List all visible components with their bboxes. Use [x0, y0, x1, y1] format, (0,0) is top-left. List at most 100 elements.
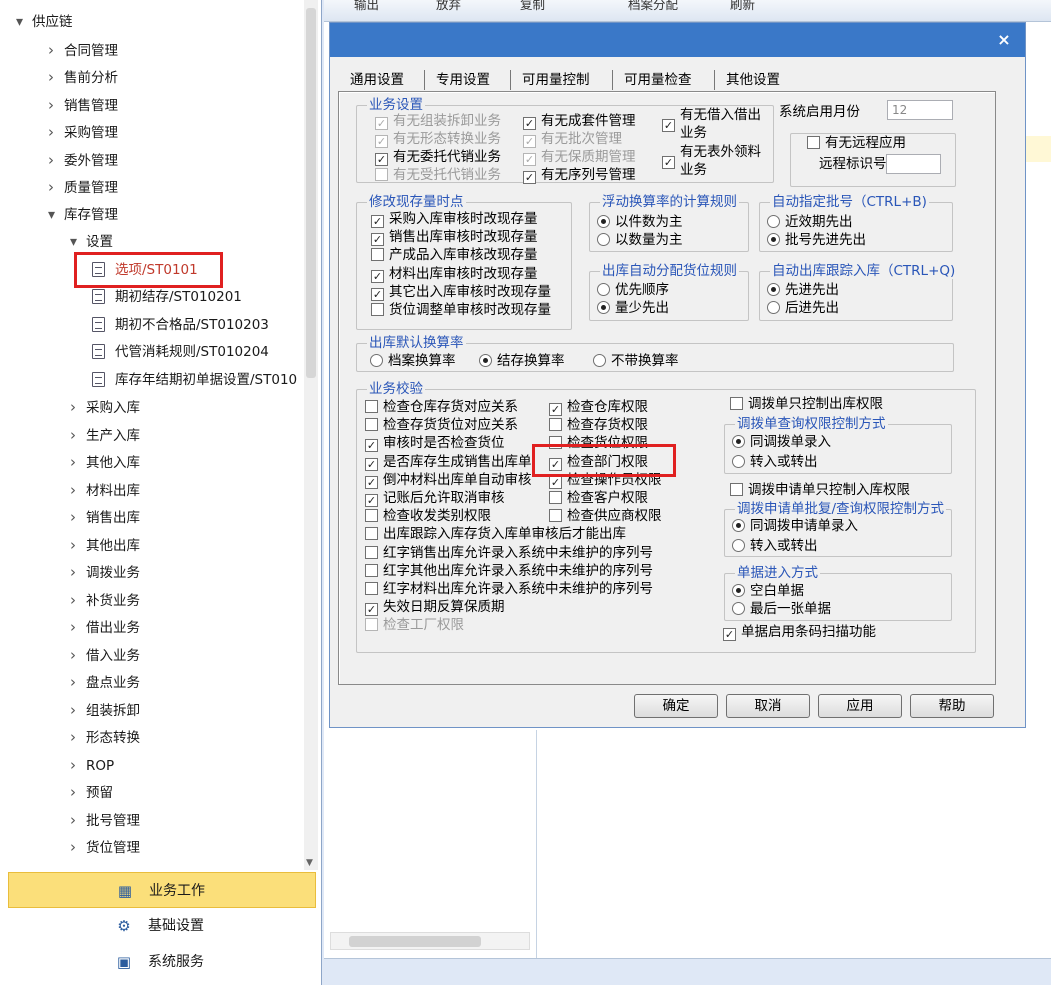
- tab-3[interactable]: 可用量检查: [618, 68, 698, 92]
- chevron-right-icon[interactable]: ›: [70, 533, 86, 557]
- checkbox-stock-0[interactable]: ✓ 采购入库审核时改现存量: [371, 210, 538, 228]
- checkbox-business3-0[interactable]: ✓: [662, 114, 680, 132]
- tab-0[interactable]: 通用设置: [344, 68, 410, 92]
- tree-item[interactable]: 库存年结期初单据设置/ST010: [92, 368, 297, 392]
- checkbox-icon[interactable]: ✓: [365, 439, 378, 453]
- radio-batch-1[interactable]: 批号先进先出: [767, 231, 866, 249]
- checkbox-check-11[interactable]: ✓ 失效日期反算保质期: [365, 598, 505, 617]
- tree-item[interactable]: › ROP: [70, 753, 114, 777]
- checkbox-check-mid-0[interactable]: ✓ 检查仓库权限: [549, 398, 648, 416]
- tree-item[interactable]: › 合同管理: [48, 38, 118, 62]
- tree-item[interactable]: › 生产入库: [70, 423, 140, 447]
- toolbar-item[interactable]: 复制: [520, 0, 545, 13]
- tree-item[interactable]: 期初不合格品/ST010203: [92, 313, 269, 337]
- checkbox-check-9[interactable]: 红字其他出库允许录入系统中未维护的序列号: [365, 562, 653, 580]
- checkbox-check-0[interactable]: 检查仓库存货对应关系: [365, 398, 518, 416]
- chevron-right-icon[interactable]: ›: [70, 478, 86, 502]
- tree-item[interactable]: › 形态转换: [70, 725, 140, 749]
- checkbox-icon[interactable]: ✓: [371, 233, 384, 247]
- checkbox-icon[interactable]: ✓: [371, 287, 384, 301]
- tree-item[interactable]: › 预留: [70, 780, 113, 804]
- radio-icon[interactable]: [593, 354, 606, 367]
- radio-icon[interactable]: [597, 283, 610, 296]
- chevron-right-icon[interactable]: ›: [70, 560, 86, 584]
- radio-icon[interactable]: [479, 354, 492, 367]
- chevron-down-icon[interactable]: ▾: [70, 230, 86, 254]
- radio-transfer-query-0[interactable]: 同调拨单录入: [732, 433, 831, 451]
- tree-item[interactable]: › 借出业务: [70, 615, 140, 639]
- tree-item[interactable]: › 盘点业务: [70, 670, 140, 694]
- chevron-right-icon[interactable]: ›: [48, 38, 64, 62]
- chevron-right-icon[interactable]: ›: [70, 753, 86, 777]
- horizontal-scrollbar[interactable]: [330, 932, 530, 950]
- checkbox-icon[interactable]: ✓: [375, 135, 388, 148]
- tree-item[interactable]: › 调拨业务: [70, 560, 140, 584]
- checkbox-icon[interactable]: ✓: [365, 603, 378, 617]
- toolbar-item[interactable]: 档案分配: [628, 0, 678, 13]
- tree-item[interactable]: › 借入业务: [70, 643, 140, 667]
- checkbox-icon[interactable]: [365, 563, 378, 577]
- checkbox-icon[interactable]: ✓: [662, 119, 675, 132]
- chevron-right-icon[interactable]: ›: [70, 725, 86, 749]
- tree-item[interactable]: › 补货业务: [70, 588, 140, 612]
- checkbox-check-5[interactable]: ✓ 记账后允许取消审核: [365, 489, 505, 507]
- radio-icon[interactable]: [732, 602, 745, 615]
- chevron-right-icon[interactable]: ›: [48, 175, 64, 199]
- scroll-down-icon[interactable]: ▼: [306, 858, 313, 868]
- radio-icon[interactable]: [732, 539, 745, 552]
- checkbox-check-mid-1[interactable]: 检查存货权限: [549, 416, 648, 434]
- checkbox-icon[interactable]: ✓: [523, 117, 536, 130]
- tree-item[interactable]: › 组装拆卸: [70, 698, 140, 722]
- checkbox-icon[interactable]: [365, 400, 378, 413]
- radio-icon[interactable]: [732, 584, 745, 597]
- checkbox-icon[interactable]: [549, 491, 562, 504]
- tree-item[interactable]: ▾ 供应链: [16, 10, 73, 34]
- chevron-right-icon[interactable]: ›: [48, 93, 64, 117]
- checkbox-icon[interactable]: [730, 397, 743, 410]
- apply-button[interactable]: 应用: [818, 694, 902, 718]
- radio-trace-1[interactable]: 后进先出: [767, 299, 839, 317]
- tree-item[interactable]: ▾ 库存管理: [48, 203, 118, 227]
- checkbox-stock-2[interactable]: 产成品入库审核改现存量: [371, 246, 538, 264]
- tree-item[interactable]: › 其他出库: [70, 533, 140, 557]
- checkbox-business-2[interactable]: ✓ 有无委托代销业务: [375, 148, 501, 166]
- tree-item[interactable]: › 委外管理: [48, 148, 118, 172]
- chevron-right-icon[interactable]: ›: [70, 615, 86, 639]
- tree-item[interactable]: ▾ 设置: [70, 230, 113, 254]
- radio-transfer-apply-1[interactable]: 转入或转出: [732, 537, 818, 555]
- remote-id-input[interactable]: [886, 154, 941, 174]
- radio-icon[interactable]: [597, 215, 610, 228]
- checkbox-stock-3[interactable]: ✓ 材料出库审核时改现存量: [371, 265, 538, 283]
- tree-item[interactable]: › 销售管理: [48, 93, 118, 117]
- chevron-right-icon[interactable]: ›: [70, 808, 86, 832]
- checkbox-check-8[interactable]: 红字销售出库允许录入系统中未维护的序列号: [365, 544, 653, 562]
- tree-item[interactable]: › 质量管理: [48, 175, 118, 199]
- checkbox-check-1[interactable]: 检查存货货位对应关系: [365, 416, 518, 434]
- tree-item[interactable]: 期初结存/ST010201: [92, 285, 242, 309]
- chevron-right-icon[interactable]: ›: [48, 65, 64, 89]
- tree-item[interactable]: › 其他入库: [70, 450, 140, 474]
- checkbox-icon[interactable]: ✓: [523, 135, 536, 148]
- cancel-button[interactable]: 取消: [726, 694, 810, 718]
- chevron-right-icon[interactable]: ›: [70, 670, 86, 694]
- checkbox-stock-4[interactable]: ✓ 其它出入库审核时改现存量: [371, 283, 551, 301]
- chevron-right-icon[interactable]: ›: [70, 450, 86, 474]
- radio-icon[interactable]: [370, 354, 383, 367]
- checkbox-check-mid-5[interactable]: 检查客户权限: [549, 489, 648, 507]
- checkbox-icon[interactable]: ✓: [723, 628, 736, 641]
- radio-transfer-apply-0[interactable]: 同调拨申请单录入: [732, 517, 858, 535]
- tree-item[interactable]: › 销售出库: [70, 505, 140, 529]
- checkbox-icon[interactable]: [730, 483, 743, 496]
- tab-1[interactable]: 专用设置: [430, 68, 496, 92]
- radio-rate-1[interactable]: 结存换算率: [479, 352, 565, 370]
- chevron-right-icon[interactable]: ›: [70, 698, 86, 722]
- checkbox-check-6[interactable]: 检查收发类别权限: [365, 507, 491, 525]
- radio-location-0[interactable]: 优先顺序: [597, 281, 669, 299]
- checkbox-check-7[interactable]: 出库跟踪入库存货入库单审核后才能出库: [365, 525, 626, 543]
- checkbox-icon[interactable]: [365, 418, 378, 432]
- chevron-right-icon[interactable]: ›: [70, 780, 86, 804]
- checkbox-icon[interactable]: [375, 168, 388, 181]
- radio-batch-0[interactable]: 近效期先出: [767, 213, 853, 231]
- chevron-down-icon[interactable]: ▾: [48, 203, 64, 227]
- nav-business-work[interactable]: ▦ 业务工作: [8, 872, 316, 908]
